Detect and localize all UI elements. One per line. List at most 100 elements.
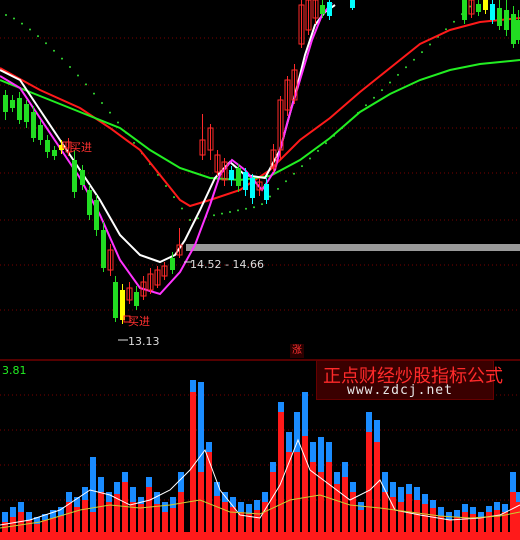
price-band xyxy=(186,244,520,251)
candle-body xyxy=(483,0,488,10)
dotted-indicator-point xyxy=(229,211,231,213)
candle-body xyxy=(497,8,502,26)
dotted-indicator-point xyxy=(53,49,55,52)
dotted-indicator-point xyxy=(93,92,95,95)
volume-bar xyxy=(90,512,96,532)
volume-bar xyxy=(358,510,364,532)
volume-bar xyxy=(366,432,372,532)
dotted-indicator-point xyxy=(301,165,303,168)
dotted-indicator-point xyxy=(133,141,135,144)
volume-bar xyxy=(318,472,324,532)
dotted-indicator-point xyxy=(277,187,279,190)
volume-bar xyxy=(10,517,16,532)
dotted-indicator-point xyxy=(165,184,167,187)
candle-body xyxy=(134,292,139,306)
dotted-indicator-point xyxy=(397,73,399,76)
dotted-indicator-point xyxy=(381,89,383,92)
dotted-indicator-point xyxy=(413,58,415,61)
volume-bar xyxy=(286,452,292,532)
volume-bar xyxy=(206,452,212,532)
dotted-indicator-point xyxy=(221,212,223,215)
dotted-indicator-point xyxy=(421,51,423,54)
volume-bar xyxy=(146,487,152,532)
volume-bar xyxy=(214,496,220,532)
candle-body xyxy=(3,95,8,112)
dotted-indicator-point xyxy=(109,111,111,114)
buy-signal-label-top: 买进 xyxy=(70,141,92,154)
candle-body xyxy=(52,150,57,156)
dotted-indicator-point xyxy=(405,66,407,69)
volume-bar xyxy=(162,512,168,532)
candle-body xyxy=(327,2,332,16)
volume-bar xyxy=(50,518,56,532)
dotted-indicator-point xyxy=(317,149,319,152)
volume-bar xyxy=(510,492,516,532)
dotted-indicator-point xyxy=(45,42,47,45)
volume-bar xyxy=(430,508,436,532)
volume-bar xyxy=(462,512,468,532)
watermark-url: www.zdcj.net xyxy=(347,383,453,398)
dotted-indicator-point xyxy=(117,121,119,124)
candle-body xyxy=(476,4,481,12)
volume-bar xyxy=(294,452,300,532)
candle-body xyxy=(511,14,516,44)
volume-bar xyxy=(26,520,32,532)
volume-bar xyxy=(478,517,484,532)
volume-bar xyxy=(66,502,72,532)
volume-bar xyxy=(398,502,404,532)
dotted-indicator-point xyxy=(197,217,199,220)
volume-bar xyxy=(190,392,196,532)
dotted-indicator-point xyxy=(253,206,255,209)
dotted-indicator-point xyxy=(269,195,271,198)
dotted-indicator-point xyxy=(453,20,455,23)
dotted-indicator-point xyxy=(29,28,31,31)
candle-body xyxy=(236,168,241,186)
ma-green-line xyxy=(0,59,520,182)
volume-bar xyxy=(42,520,48,532)
dotted-indicator-point xyxy=(61,57,63,60)
candle-body xyxy=(31,112,36,138)
candle-body xyxy=(243,172,248,190)
dotted-indicator-point xyxy=(189,219,191,221)
volume-bar xyxy=(486,512,492,532)
volume-bar xyxy=(422,504,428,532)
dotted-indicator-point xyxy=(285,180,287,183)
dotted-indicator-point xyxy=(245,207,247,210)
candle-body xyxy=(94,200,99,230)
dotted-indicator-point xyxy=(69,65,71,68)
dotted-indicator-point xyxy=(293,172,295,175)
candle-body xyxy=(87,190,92,215)
volume-bar xyxy=(82,500,88,532)
dotted-indicator-point xyxy=(261,203,263,206)
candle-body xyxy=(504,10,509,30)
candle-body xyxy=(101,230,106,268)
candle-body xyxy=(264,184,269,200)
dotted-indicator-point xyxy=(37,35,39,38)
volume-bar xyxy=(106,502,112,532)
volume-bar xyxy=(178,492,184,532)
dotted-indicator-point xyxy=(5,14,7,16)
dotted-indicator-point xyxy=(237,209,239,212)
dotted-indicator-point xyxy=(373,96,375,99)
volume-base xyxy=(0,532,520,540)
candle-body xyxy=(250,178,255,198)
dotted-indicator-point xyxy=(101,101,103,104)
candle-body xyxy=(45,140,50,152)
candle-body xyxy=(490,4,495,20)
dotted-indicator-point xyxy=(13,17,15,20)
candle-body xyxy=(350,0,355,8)
volume-bar xyxy=(222,502,228,532)
dotted-indicator-point xyxy=(77,74,79,77)
buy-signal-label-bottom: 买进 xyxy=(128,315,150,328)
band-price-label: 14.52 - 14.66 xyxy=(190,258,264,271)
volume-bar xyxy=(382,492,388,532)
watermark-box: 正点财经炒股指标公式 www.zdcj.net xyxy=(316,360,503,400)
volume-bar xyxy=(130,502,136,532)
candle-body xyxy=(80,170,85,185)
candle-body xyxy=(10,100,15,108)
candle-body xyxy=(229,170,234,180)
volume-bar xyxy=(470,514,476,532)
volume-bar xyxy=(170,508,176,532)
dotted-indicator-point xyxy=(213,214,215,217)
candle-body xyxy=(113,282,118,318)
